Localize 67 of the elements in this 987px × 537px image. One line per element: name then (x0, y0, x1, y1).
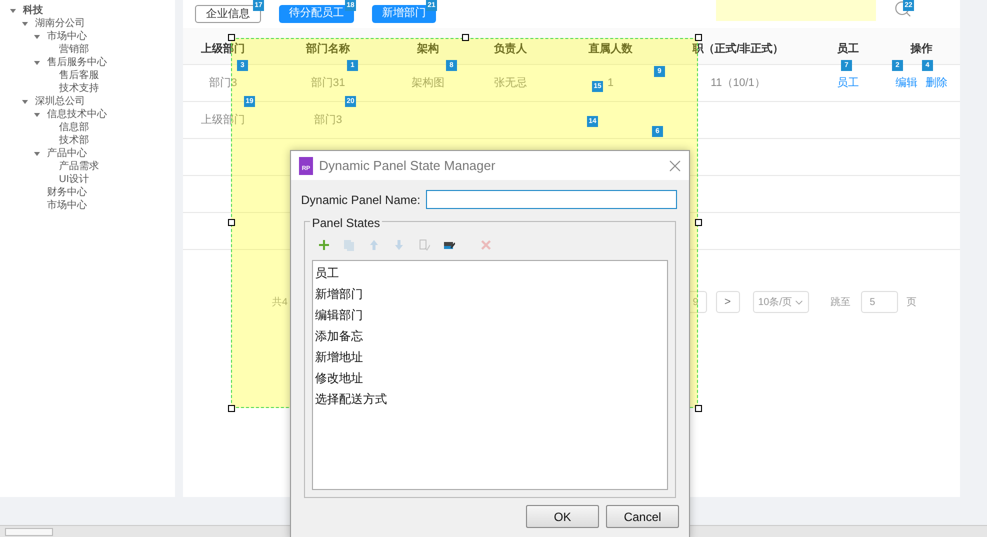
column-header: 部门名称 (306, 43, 350, 55)
caret-icon[interactable] (34, 112, 40, 116)
name-input[interactable] (426, 190, 678, 209)
resize-handle[interactable] (228, 219, 235, 226)
tree-item[interactable]: 信息技术中心 (47, 108, 107, 121)
table-cell-text: 1 (607, 76, 614, 91)
jump-suffix: 页 (906, 296, 917, 310)
state-list-item[interactable]: 选择配送方式 (315, 389, 667, 410)
resize-handle[interactable] (228, 405, 235, 412)
caret-icon[interactable] (34, 152, 40, 156)
tree-item[interactable]: 深圳总公司 (35, 95, 85, 108)
tree-item[interactable]: 产品中心 (47, 147, 87, 160)
column-header: 直属人数 (588, 43, 632, 55)
tree-item[interactable]: 财务中心 (47, 186, 87, 199)
state-list-item[interactable]: 新增地址 (315, 347, 667, 368)
state-list-item[interactable]: 编辑部门 (315, 305, 667, 326)
edit-icon[interactable] (443, 239, 455, 251)
field-label: Dynamic Panel Name: (301, 192, 420, 208)
tree-item[interactable]: 市场中心 (47, 199, 87, 212)
resize-handle[interactable] (695, 34, 702, 41)
column-header: 职（正式/非正式） (692, 43, 784, 55)
tree-item[interactable]: 技术支持 (59, 82, 99, 95)
column-header: 员工 (837, 43, 859, 55)
caret-icon[interactable] (22, 22, 28, 26)
resize-handle[interactable] (462, 34, 469, 41)
tree-item[interactable]: 技术部 (59, 134, 89, 147)
search-icon[interactable] (894, 0, 912, 18)
tree-item[interactable]: 市场中心 (47, 30, 87, 43)
chevron-down-icon (795, 300, 804, 304)
resize-handle[interactable] (695, 219, 702, 226)
column-header: 操作 (910, 43, 932, 55)
next-page-button[interactable]: > (716, 291, 740, 313)
add-icon[interactable] (318, 239, 330, 251)
scroll-thumb (5, 528, 53, 536)
resize-handle[interactable] (228, 34, 235, 41)
tree-item[interactable]: 售后服务中心 (47, 56, 107, 69)
dialog-title: Dynamic Panel State Manager (319, 156, 496, 175)
caret-icon[interactable] (10, 8, 16, 12)
caret-icon[interactable] (34, 34, 40, 38)
resize-handle[interactable] (695, 405, 702, 412)
state-list-item[interactable]: 修改地址 (315, 368, 667, 389)
column-header: 架构 (417, 43, 439, 55)
state-list-item[interactable]: 新增部门 (315, 284, 667, 305)
table-cell-text: 部门3 (208, 76, 238, 91)
table-cell-text: 部门31 (310, 76, 346, 91)
caret-icon[interactable] (34, 60, 40, 64)
tree-item[interactable]: 产品需求 (59, 160, 99, 173)
caret-icon[interactable] (22, 100, 28, 104)
column-header: 负责人 (494, 43, 527, 55)
table-cell-text: 张无忌 (494, 76, 527, 91)
dialog-button[interactable]: OK (526, 505, 599, 528)
tree-item[interactable]: 营销部 (59, 43, 89, 56)
state-list-item[interactable]: 员工 (315, 263, 667, 284)
close-icon[interactable] (669, 160, 681, 172)
dialog-button[interactable]: Cancel (606, 505, 679, 528)
jump-label: 跳至 (830, 296, 851, 310)
total-count: 共4 (272, 296, 288, 310)
state-list-item[interactable]: 添加备忘 (315, 326, 667, 347)
table-cell-text: 架构图 (412, 76, 444, 91)
tree-item[interactable]: 湖南分公司 (35, 17, 85, 30)
table-cell-text: 11（10/1） (710, 76, 766, 91)
tree-item[interactable]: 科技 (23, 4, 43, 17)
tree-item[interactable]: 售后客服 (59, 69, 99, 82)
column-header: 上级部门 (201, 43, 245, 55)
table-cell-text: 部门3 (314, 112, 342, 128)
tree-item[interactable]: UI设计 (59, 173, 89, 186)
tree-item[interactable]: 信息部 (59, 121, 89, 134)
